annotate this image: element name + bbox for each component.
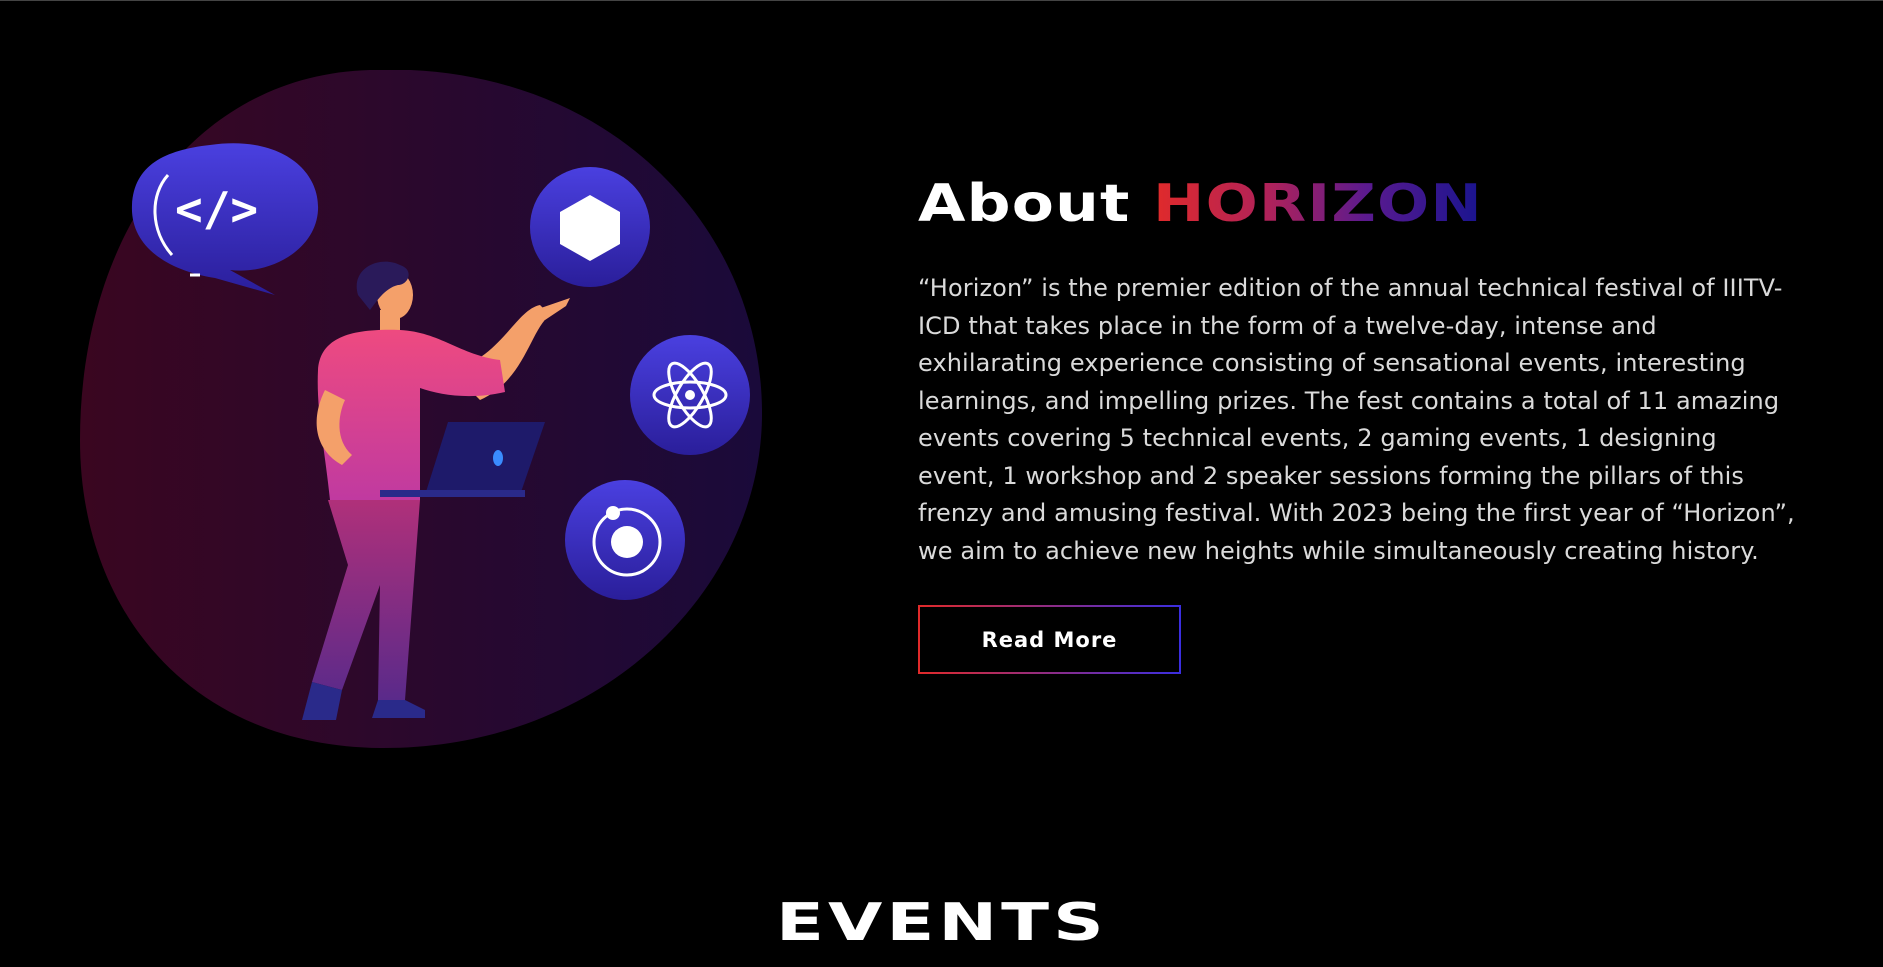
read-more-button[interactable]: Read More [918,605,1181,674]
about-title-accent: HORIZON [1153,174,1483,234]
about-description: “Horizon” is the premier edition of the … [918,274,1795,565]
about-title: About HORIZON [918,170,1883,238]
hero-illustration: </> [80,70,763,749]
about-title-prefix: About [918,174,1131,234]
about-section: About HORIZON “Horizon” is the premier e… [918,170,1798,674]
events-heading-text: EVENTS [775,893,1108,953]
top-border [0,0,1883,1]
events-heading: EVENTS [0,893,1883,953]
ionic-icon [565,480,685,600]
atom-icon [630,335,750,455]
hexagon-icon [530,167,650,287]
svg-text:</>: </> [175,182,258,236]
